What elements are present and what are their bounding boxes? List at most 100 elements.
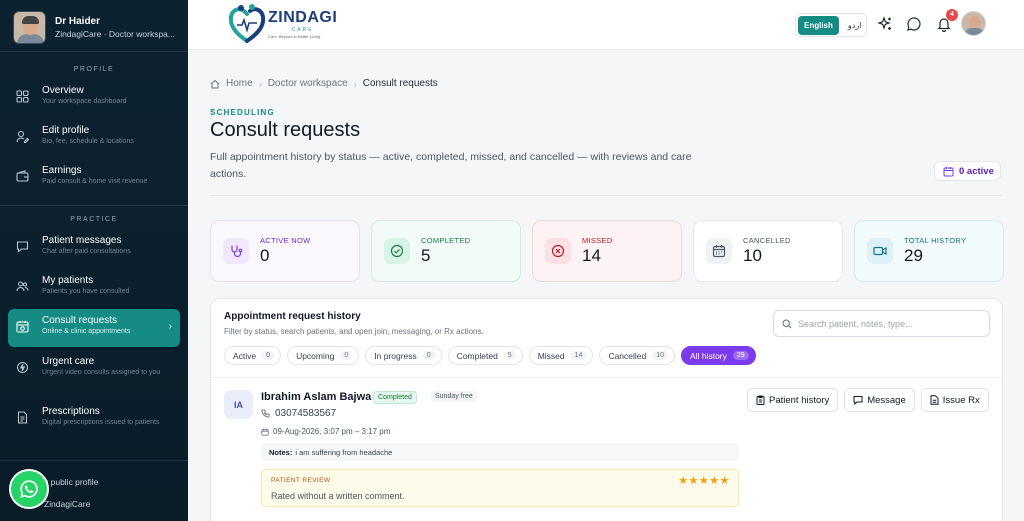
row-actions: Patient history Message Issue Rx xyxy=(747,388,989,412)
filter-count: 29 xyxy=(732,351,749,360)
calendar-icon xyxy=(261,428,269,436)
sidebar-item-earnings[interactable]: Earnings Paid consult & home visit revenu… xyxy=(0,159,188,199)
whatsapp-icon xyxy=(20,480,38,498)
stats-row: ACTIVE NOW 0 COMPLETED 5 MISSED 14 CANCELLE… xyxy=(210,220,1004,282)
filter-label: All history xyxy=(690,350,727,361)
filter-upcoming[interactable]: Upcoming 0 xyxy=(287,346,360,365)
search-box xyxy=(773,310,990,337)
breadcrumb-separator-icon: › xyxy=(258,78,262,89)
active-count-label: 0 active xyxy=(959,165,994,177)
sidebar-item-patient-messages[interactable]: Patient messages Chat after paid consulta… xyxy=(0,229,188,269)
sidebar-item-sub: Urgent video consults assigned to you xyxy=(42,369,161,376)
active-count-badge: 0 active xyxy=(934,161,1001,181)
sidebar-item-label: Overview xyxy=(42,85,84,96)
filter-label: In progress xyxy=(374,350,417,361)
review-title: PATIENT REVIEW xyxy=(271,477,331,484)
document-icon xyxy=(14,409,31,426)
stat-value: 5 xyxy=(421,246,431,265)
sidebar-item-label: Earnings xyxy=(42,165,82,176)
language-english-button[interactable]: English xyxy=(798,15,839,35)
review-text: Rated without a written comment. xyxy=(271,491,405,501)
sidebar-item-edit-profile[interactable]: Edit profile Bio, fee, schedule & locatio… xyxy=(0,119,188,159)
message-icon xyxy=(853,396,863,405)
wallet-icon xyxy=(14,168,31,185)
filter-active[interactable]: Active 0 xyxy=(224,346,282,365)
filter-missed[interactable]: Missed 14 xyxy=(528,346,594,365)
user-edit-icon xyxy=(14,128,31,145)
stat-card-missed[interactable]: MISSED 14 xyxy=(532,220,682,282)
filter-label: Active xyxy=(233,350,257,361)
stat-card-cancelled[interactable]: CANCELLED 10 xyxy=(693,220,843,282)
appointment-notes: Notes: i am suffering from headache xyxy=(261,443,739,461)
stethoscope-icon xyxy=(223,238,249,264)
sidebar-item-sub: Bio, fee, schedule & locations xyxy=(42,138,134,145)
search-icon xyxy=(782,318,792,328)
star-rating: ★★★★★ xyxy=(678,475,730,487)
patient-history-label: Patient history xyxy=(769,394,830,406)
whatsapp-button[interactable] xyxy=(9,469,49,509)
sidebar-item-label: Urgent care xyxy=(42,356,95,367)
sidebar-item-label: Consult requests xyxy=(42,315,118,326)
users-icon xyxy=(14,278,31,295)
profile-subtitle: ZindagiCare · Doctor workspa... xyxy=(55,29,175,39)
page-title: Consult requests xyxy=(210,119,361,141)
sidebar-item-urgent-care[interactable]: Urgent care Urgent video consults assigne… xyxy=(0,350,188,390)
sidebar-item-sub: Online & clinic appointments xyxy=(42,328,131,335)
sidebar-item-overview[interactable]: Overview Your workspace dashboard xyxy=(0,79,188,119)
stat-value: 29 xyxy=(904,246,923,265)
chat-icon[interactable] xyxy=(906,16,922,32)
clipboard-icon xyxy=(756,395,765,405)
sidebar-item-consult-requests[interactable]: Consult requests Online & clinic appointm… xyxy=(8,309,180,347)
divider xyxy=(210,195,1002,196)
search-input[interactable] xyxy=(798,318,978,329)
stat-card-completed[interactable]: COMPLETED 5 xyxy=(371,220,521,282)
stat-card-total-history[interactable]: TOTAL HISTORY 29 xyxy=(854,220,1004,282)
filter-all-history[interactable]: All history 29 xyxy=(681,346,756,365)
breadcrumb: Home › Doctor workspace › Consult reques… xyxy=(210,78,438,89)
stat-label: COMPLETED xyxy=(421,236,471,245)
stat-value: 14 xyxy=(582,246,601,265)
filter-count: 0 xyxy=(262,351,275,360)
appointment-history-card: Appointment request history Filter by st… xyxy=(210,298,1003,521)
appointment-time: 09-Aug-2026, 3:07 pm – 3:17 pm xyxy=(261,427,390,436)
sidebar-item-label: Patient messages xyxy=(42,235,122,246)
filter-cancelled[interactable]: Cancelled 10 xyxy=(599,346,676,365)
zindagi-care-logo[interactable]: ZINDAGI CARE Care. Beyond to Better Livi… xyxy=(228,3,337,45)
filter-label: Cancelled xyxy=(608,350,647,361)
check-circle-icon xyxy=(384,238,410,264)
card-title: Appointment request history xyxy=(224,311,361,322)
page-eyebrow: SCHEDULING xyxy=(210,108,275,117)
stat-card-active[interactable]: ACTIVE NOW 0 xyxy=(210,220,360,282)
breadcrumb-home[interactable]: Home xyxy=(226,78,253,89)
stat-label: TOTAL HISTORY xyxy=(904,236,967,245)
filter-label: Upcoming xyxy=(296,350,335,361)
card-subtitle: Filter by status, search patients, and o… xyxy=(224,327,484,336)
patient-phone: 03074583567 xyxy=(261,408,336,419)
issue-rx-button[interactable]: Issue Rx xyxy=(920,388,989,412)
filter-count: 0 xyxy=(340,351,353,360)
sidebar-item-sub: Chat after paid consultations xyxy=(42,248,131,255)
sparkles-icon[interactable] xyxy=(877,16,893,32)
calendar-icon xyxy=(706,238,732,264)
logo-tagline: Care. Beyond to Better Living. xyxy=(268,33,322,39)
language-urdu-button[interactable]: اردو xyxy=(839,21,871,30)
user-avatar[interactable] xyxy=(961,11,986,36)
sidebar-profile[interactable]: Dr Haider ZindagiCare · Doctor workspa..… xyxy=(0,0,188,47)
breadcrumb-doctor-workspace[interactable]: Doctor workspace xyxy=(268,78,348,89)
phone-number: 03074583567 xyxy=(275,408,337,419)
language-switcher: English اردو xyxy=(795,13,867,37)
heart-logo-icon xyxy=(228,4,266,43)
sidebar-item-sub: Paid consult & home visit revenue xyxy=(42,178,148,185)
sidebar-item-prescriptions[interactable]: Prescriptions Digital prescriptions issue… xyxy=(0,400,188,440)
message-button[interactable]: Message xyxy=(844,388,915,412)
issue-rx-label: Issue Rx xyxy=(942,394,980,406)
home-icon xyxy=(210,79,220,88)
filter-in-progress[interactable]: In progress 0 xyxy=(365,346,442,365)
breadcrumb-separator-icon: › xyxy=(353,78,357,89)
filter-completed[interactable]: Completed 5 xyxy=(447,346,523,365)
notes-label: Notes: xyxy=(269,447,293,457)
sidebar-item-my-patients[interactable]: My patients Patients you have consulted xyxy=(0,269,188,309)
patient-history-button[interactable]: Patient history xyxy=(747,388,839,412)
sidebar-item-sub: Patients you have consulted xyxy=(42,288,130,295)
page-description: Full appointment history by status — act… xyxy=(210,151,692,180)
